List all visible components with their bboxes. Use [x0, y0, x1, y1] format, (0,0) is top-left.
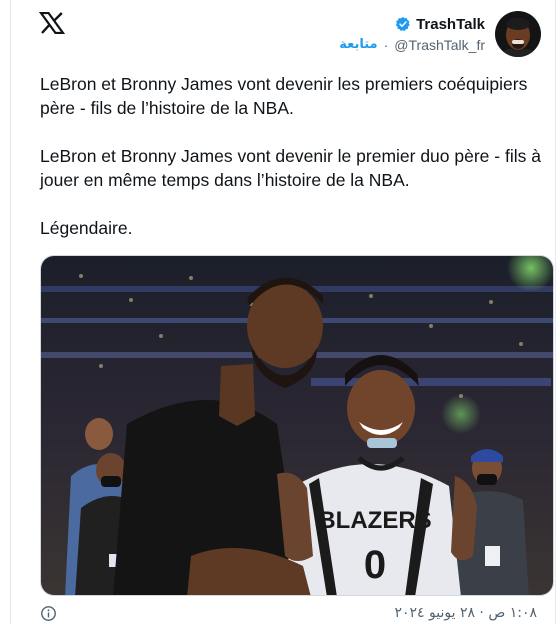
author-handle[interactable]: @TrashTalk_fr [394, 37, 485, 53]
tweet-footer: ١:٠٨ ص · ٢٨ يونيو ٢٠٢٤ [40, 603, 537, 623]
avatar[interactable] [495, 11, 541, 57]
follow-button[interactable]: متابعة [339, 37, 377, 52]
tweet-paragraph: Légendaire. [40, 218, 133, 238]
x-logo-icon[interactable] [39, 12, 65, 34]
jersey-text: BLAZERS [318, 507, 431, 534]
tweet-paragraph: LeBron et Bronny James vont devenir les … [40, 74, 528, 118]
jersey-number: 0 [364, 543, 386, 587]
tweet-card: TrashTalk متابعة · @TrashTalk_fr LeBron … [10, 0, 556, 624]
tweet-photo[interactable]: BLAZERS 0 [40, 255, 554, 596]
info-icon[interactable] [40, 605, 57, 622]
tweet-timestamp[interactable]: ١:٠٨ ص · ٢٨ يونيو ٢٠٢٤ [394, 605, 537, 621]
author-display-name[interactable]: TrashTalk [416, 16, 485, 33]
separator-dot: · [383, 36, 389, 53]
tweet-header: TrashTalk متابعة · @TrashTalk_fr [339, 8, 541, 60]
author-info: TrashTalk متابعة · @TrashTalk_fr [339, 16, 485, 53]
tweet-text: LeBron et Bronny James vont devenir les … [40, 72, 552, 264]
tweet-paragraph: LeBron et Bronny James vont devenir le p… [40, 146, 541, 190]
verified-badge-icon [396, 17, 410, 31]
